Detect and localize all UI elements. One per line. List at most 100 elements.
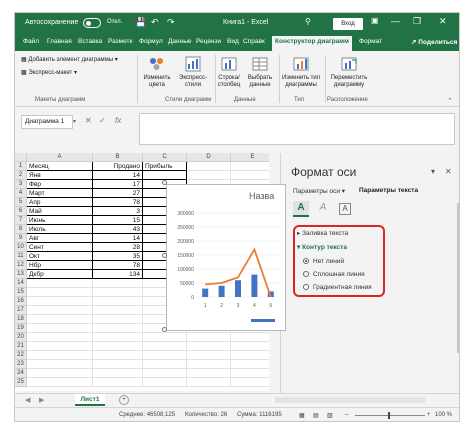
- grid-cell[interactable]: 78: [93, 198, 143, 207]
- formula-input[interactable]: [139, 113, 455, 145]
- row-header[interactable]: 18: [15, 315, 27, 324]
- restore-button[interactable]: ❐: [413, 16, 421, 27]
- horizontal-scrollbar[interactable]: [275, 397, 425, 403]
- grid-cell[interactable]: [231, 360, 269, 369]
- grid-cell[interactable]: [93, 360, 143, 369]
- switch-row-column-button[interactable]: Строка/столбец: [215, 55, 243, 89]
- grid-cell[interactable]: [143, 360, 187, 369]
- grid-cell[interactable]: 134: [93, 270, 143, 279]
- grid-cell[interactable]: 3: [93, 207, 143, 216]
- grid-cell[interactable]: [143, 369, 187, 378]
- grid-cell[interactable]: Месяц: [27, 162, 93, 171]
- row-header[interactable]: 11: [15, 252, 27, 261]
- row-header[interactable]: 14: [15, 279, 27, 288]
- grid-cell[interactable]: 35: [93, 252, 143, 261]
- row-header[interactable]: 2: [15, 171, 27, 180]
- search-icon[interactable]: ⚲: [305, 17, 311, 26]
- pane-scrollbar[interactable]: [457, 203, 459, 353]
- grid-cell[interactable]: Янв: [27, 171, 93, 180]
- grid-cell[interactable]: [187, 333, 231, 342]
- grid-cell[interactable]: [187, 171, 231, 180]
- grid-cell[interactable]: [93, 315, 143, 324]
- grid-cell[interactable]: [27, 369, 93, 378]
- tab-formulas[interactable]: Формул: [139, 38, 163, 45]
- grid-cell[interactable]: [27, 324, 93, 333]
- chart-object[interactable]: Назва 300000 250000 200000 150000 100000 50000…: [166, 184, 286, 331]
- tab-file[interactable]: Файл: [23, 38, 39, 45]
- row-header[interactable]: 7: [15, 216, 27, 225]
- row-header[interactable]: 12: [15, 261, 27, 270]
- change-chart-type-button[interactable]: Изменить тип диаграммы: [279, 55, 323, 89]
- grid-cell[interactable]: [231, 171, 269, 180]
- grid-cell[interactable]: [231, 351, 269, 360]
- grid-cell[interactable]: Прибыль: [143, 162, 187, 171]
- grid-cell[interactable]: 14: [93, 171, 143, 180]
- tab-review[interactable]: Рецензи: [196, 38, 221, 45]
- grid-cell[interactable]: [27, 315, 93, 324]
- grid-cell[interactable]: [231, 342, 269, 351]
- grid-cell[interactable]: [187, 378, 231, 387]
- row-header[interactable]: 4: [15, 189, 27, 198]
- tab-format[interactable]: Формат: [359, 38, 382, 45]
- column-header[interactable]: B: [93, 153, 143, 162]
- undo-icon[interactable]: ↶: [151, 17, 159, 28]
- grid-cell[interactable]: 14: [93, 234, 143, 243]
- close-pane-icon[interactable]: ✕: [445, 167, 452, 176]
- grid-cell[interactable]: [27, 342, 93, 351]
- row-header[interactable]: 9: [15, 234, 27, 243]
- zoom-level[interactable]: 100 %: [435, 412, 452, 418]
- prev-sheet-icon[interactable]: ◀: [25, 396, 30, 404]
- grid-cell[interactable]: [93, 351, 143, 360]
- grid-cell[interactable]: [143, 333, 187, 342]
- grid-cell[interactable]: [187, 360, 231, 369]
- grid-cell[interactable]: 43: [93, 225, 143, 234]
- page-break-icon[interactable]: ▧: [327, 412, 333, 419]
- chevron-down-icon[interactable]: ▾: [73, 118, 76, 125]
- save-icon[interactable]: 💾: [135, 17, 146, 28]
- text-fill-outline-icon[interactable]: A: [293, 201, 309, 217]
- grid-cell[interactable]: [93, 288, 143, 297]
- grid-cell[interactable]: [27, 351, 93, 360]
- grid-cell[interactable]: [93, 333, 143, 342]
- name-box[interactable]: Диаграмма 1: [21, 115, 73, 129]
- grid-cell[interactable]: [187, 351, 231, 360]
- row-header[interactable]: 15: [15, 288, 27, 297]
- tab-layout[interactable]: Разметк: [108, 38, 132, 45]
- grid-cell[interactable]: [27, 378, 93, 387]
- grid-cell[interactable]: [93, 369, 143, 378]
- grid-cell[interactable]: [27, 297, 93, 306]
- row-header[interactable]: 21: [15, 342, 27, 351]
- grid-cell[interactable]: [231, 162, 269, 171]
- zoom-in-icon[interactable]: +: [427, 412, 431, 418]
- row-header[interactable]: 6: [15, 207, 27, 216]
- grid-cell[interactable]: Июль: [27, 225, 93, 234]
- row-header[interactable]: 16: [15, 297, 27, 306]
- row-header[interactable]: 25: [15, 378, 27, 387]
- tab-insert[interactable]: Вставка: [78, 38, 102, 45]
- close-button[interactable]: ✕: [439, 16, 447, 27]
- textbox-icon[interactable]: A: [337, 201, 353, 217]
- row-header[interactable]: 8: [15, 225, 27, 234]
- row-header[interactable]: 10: [15, 243, 27, 252]
- grid-cell[interactable]: [93, 324, 143, 333]
- enter-icon[interactable]: ✓: [99, 116, 106, 125]
- row-header[interactable]: 5: [15, 198, 27, 207]
- chart-handle-mid-left[interactable]: [162, 253, 167, 258]
- grid-cell[interactable]: Март: [27, 189, 93, 198]
- grid-cell[interactable]: [93, 342, 143, 351]
- column-header[interactable]: A: [27, 153, 93, 162]
- text-effects-icon[interactable]: A: [315, 201, 331, 217]
- grid-cell[interactable]: [27, 279, 93, 288]
- grid-cell[interactable]: Окт: [27, 252, 93, 261]
- grid-cell[interactable]: [143, 342, 187, 351]
- grid-cell[interactable]: Июнь: [27, 216, 93, 225]
- normal-view-icon[interactable]: ▦: [299, 412, 305, 419]
- grid-cell[interactable]: Апр: [27, 198, 93, 207]
- grid-cell[interactable]: Нбр: [27, 261, 93, 270]
- row-header[interactable]: 19: [15, 324, 27, 333]
- autosave-toggle[interactable]: [83, 18, 101, 28]
- grid-cell[interactable]: [231, 369, 269, 378]
- grid-cell[interactable]: [93, 279, 143, 288]
- grid-cell[interactable]: 78: [93, 261, 143, 270]
- next-sheet-icon[interactable]: ▶: [39, 396, 44, 404]
